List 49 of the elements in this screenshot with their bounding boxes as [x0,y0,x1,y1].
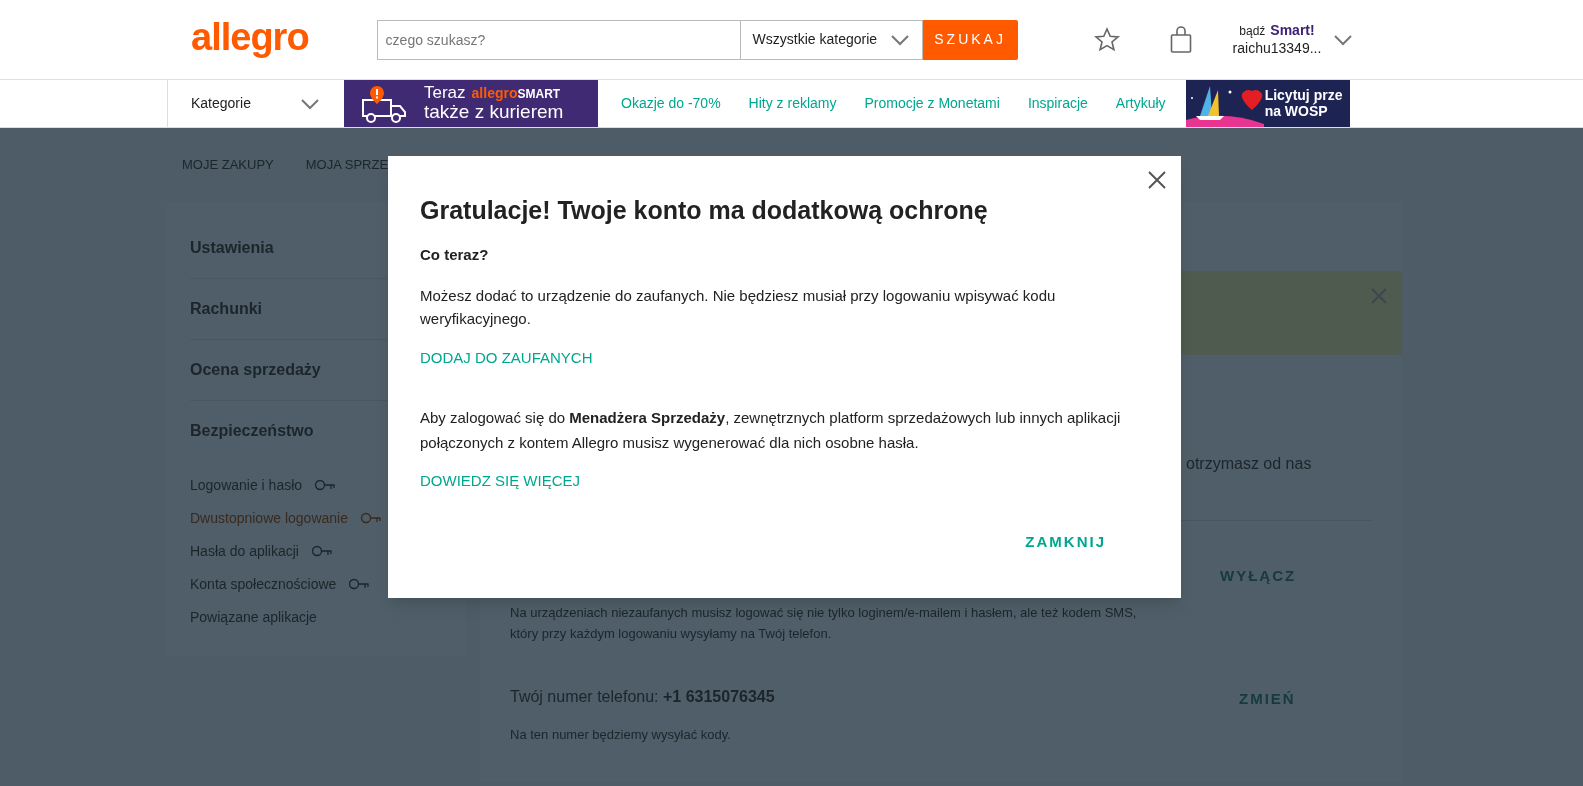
nav-link[interactable]: Hity z reklamy [748,93,837,114]
category-dropdown[interactable]: Wszystkie kategorie [740,19,923,60]
nav-link[interactable]: Okazje do -70% [621,93,721,114]
modal-subtitle: Co teraz? [420,244,490,265]
allegro-logo[interactable]: allegro [191,17,309,62]
wosp-banner[interactable]: Licytuj prze na WOŚP [1185,80,1350,127]
smart-prefix: bądź [1239,24,1266,39]
note-text: Na ten numer będziemy wysyłać kody. [510,725,731,744]
sidebar-section[interactable]: Bezpieczeństwo [190,421,314,439]
sidebar-item[interactable]: Powiązane aplikacje [190,606,317,628]
chevron-down-icon [889,33,910,46]
sidebar-item[interactable]: Dwustopniowe logowanie [190,507,348,529]
brand-text: SMART [517,87,561,101]
smart-label[interactable]: Smart! [1270,22,1315,40]
page-tab[interactable]: MOJE ZAKUPY [182,155,274,175]
add-trusted-link[interactable]: DODAJ DO ZAUFANYCH [420,347,593,370]
sidebar-section[interactable]: Ocena sprzedaży [190,360,321,378]
shopping-bag-icon[interactable] [1169,25,1192,54]
modal-text: Możesz dodać to urządzenie do zaufanych. Nie będziesz musiał przy logowaniu wpisywać kodu weryfikacyjnego. [420,286,1057,329]
page-tab[interactable]: MOJA SPRZE [305,155,389,175]
search-button[interactable]: SZUKAJ [922,19,1018,60]
delivery-van-icon [360,83,408,124]
modal-title: Gratulacje! Twoje konto ma dodatkową ochronę [420,195,989,226]
sidebar-item[interactable]: Hasła do aplikacji [190,540,299,562]
nav-link[interactable]: Artykuły [1115,93,1166,114]
brand-text: allegro [471,85,518,102]
banner-text: Licytuj prze [1264,88,1343,104]
chevron-down-icon [1333,33,1354,46]
banner-text: na WOŚP [1264,103,1328,119]
sidebar-section[interactable]: Rachunki [190,299,262,317]
disable-button[interactable]: WYŁĄCZ [1220,564,1297,587]
username[interactable]: raichu13349... [1232,39,1322,57]
nav-link[interactable]: Inspiracje [1027,93,1088,114]
sidebar-section[interactable]: Ustawienia [190,238,274,256]
change-button[interactable]: ZMIEŃ [1239,687,1296,710]
phone-number-text: Twój numer telefonu: +1 6315076345 [510,686,775,707]
close-button[interactable]: ZAMKNIJ [1025,530,1106,553]
chevron-down-icon [300,97,320,110]
promo-text: Teraz [424,83,466,103]
nav-link[interactable]: Promocje z Monetami [864,93,1000,114]
body-text: otrzymasz od nas [1186,453,1312,474]
modal-text: Aby zalogować się do Menadżera Sprzedaży, zewnętrznych platform sprzedażowych lub innych aplikacji połączonych z kontem Allegro musisz wygenerować dla nich osobne hasła. [420,408,1121,453]
learn-more-link[interactable]: DOWIEDZ SIĘ WIĘCEJ [420,470,580,493]
search-field[interactable]: czego szukasz? [376,19,741,60]
promo-text: także z kurierem [424,102,564,124]
sidebar-item[interactable]: Konta społecznościowe [190,573,337,595]
promo-banner[interactable]: Teraz allegroSMART także z kurierem [344,80,598,127]
close-icon[interactable] [1147,170,1167,190]
star-icon[interactable] [1093,26,1120,53]
